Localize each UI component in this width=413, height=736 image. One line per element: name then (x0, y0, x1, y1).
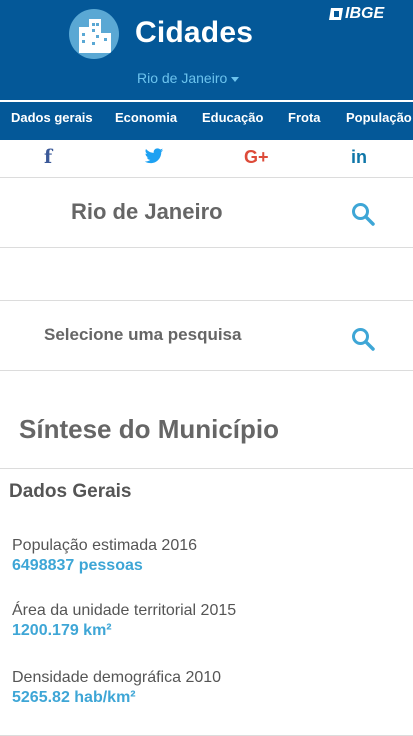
nav-item-dados-gerais[interactable]: Dados gerais (11, 110, 93, 125)
stat-item-densidade: Densidade demográfica 2010 5265.82 hab/k… (12, 669, 221, 707)
nav-item-populacao[interactable]: População (346, 110, 412, 125)
stat-label: Área da unidade territorial 2015 (12, 602, 237, 619)
page-title: Síntese do Município (19, 414, 280, 444)
app-title[interactable]: Cidades (135, 16, 253, 50)
city-search-label: Rio de Janeiro (71, 199, 223, 224)
nav-item-frota[interactable]: Frota (288, 110, 321, 125)
stat-item-populacao: População estimada 2016 6498837 pessoas (12, 537, 197, 575)
twitter-icon[interactable] (144, 148, 164, 172)
city-selector[interactable]: Rio de Janeiro (137, 70, 240, 86)
google-plus-icon[interactable]: G+ (244, 145, 269, 169)
nav-item-economia[interactable]: Economia (115, 110, 177, 125)
nav-item-educacao[interactable]: Educação (202, 110, 263, 125)
search-icon[interactable] (351, 202, 375, 226)
divider (0, 468, 413, 469)
search-icon[interactable] (351, 327, 375, 351)
city-selector-label: Rio de Janeiro (137, 70, 228, 86)
caret-down-icon (231, 76, 240, 82)
stat-item-area: Área da unidade territorial 2015 1200.17… (12, 602, 236, 640)
stat-value: 6498837 pessoas (12, 557, 143, 574)
section-title: Dados Gerais (9, 481, 132, 502)
stat-value: 1200.179 km² (12, 622, 112, 639)
city-search-box[interactable]: Rio de Janeiro (0, 178, 413, 248)
ibge-logo-text: IBGE (345, 5, 385, 22)
research-search-box[interactable]: Selecione uma pesquisa (0, 301, 413, 371)
research-search-label: Selecione uma pesquisa (44, 325, 242, 344)
ibge-logo[interactable]: IBGE (329, 5, 384, 23)
stat-label: População estimada 2016 (12, 537, 198, 554)
social-share-bar: f G+ in (0, 140, 413, 178)
linkedin-icon[interactable]: in (351, 145, 367, 169)
stat-value: 5265.82 hab/km² (12, 689, 136, 706)
ibge-mark-icon (329, 8, 343, 20)
spacer-row (0, 249, 413, 301)
stat-label: Densidade demográfica 2010 (12, 669, 222, 686)
section-nav: Dados gerais Economia Educação Frota Pop… (0, 100, 413, 140)
app-header: Cidades IBGE Rio de Janeiro (0, 0, 413, 100)
facebook-icon[interactable]: f (44, 145, 52, 169)
city-buildings-icon[interactable] (69, 9, 119, 59)
